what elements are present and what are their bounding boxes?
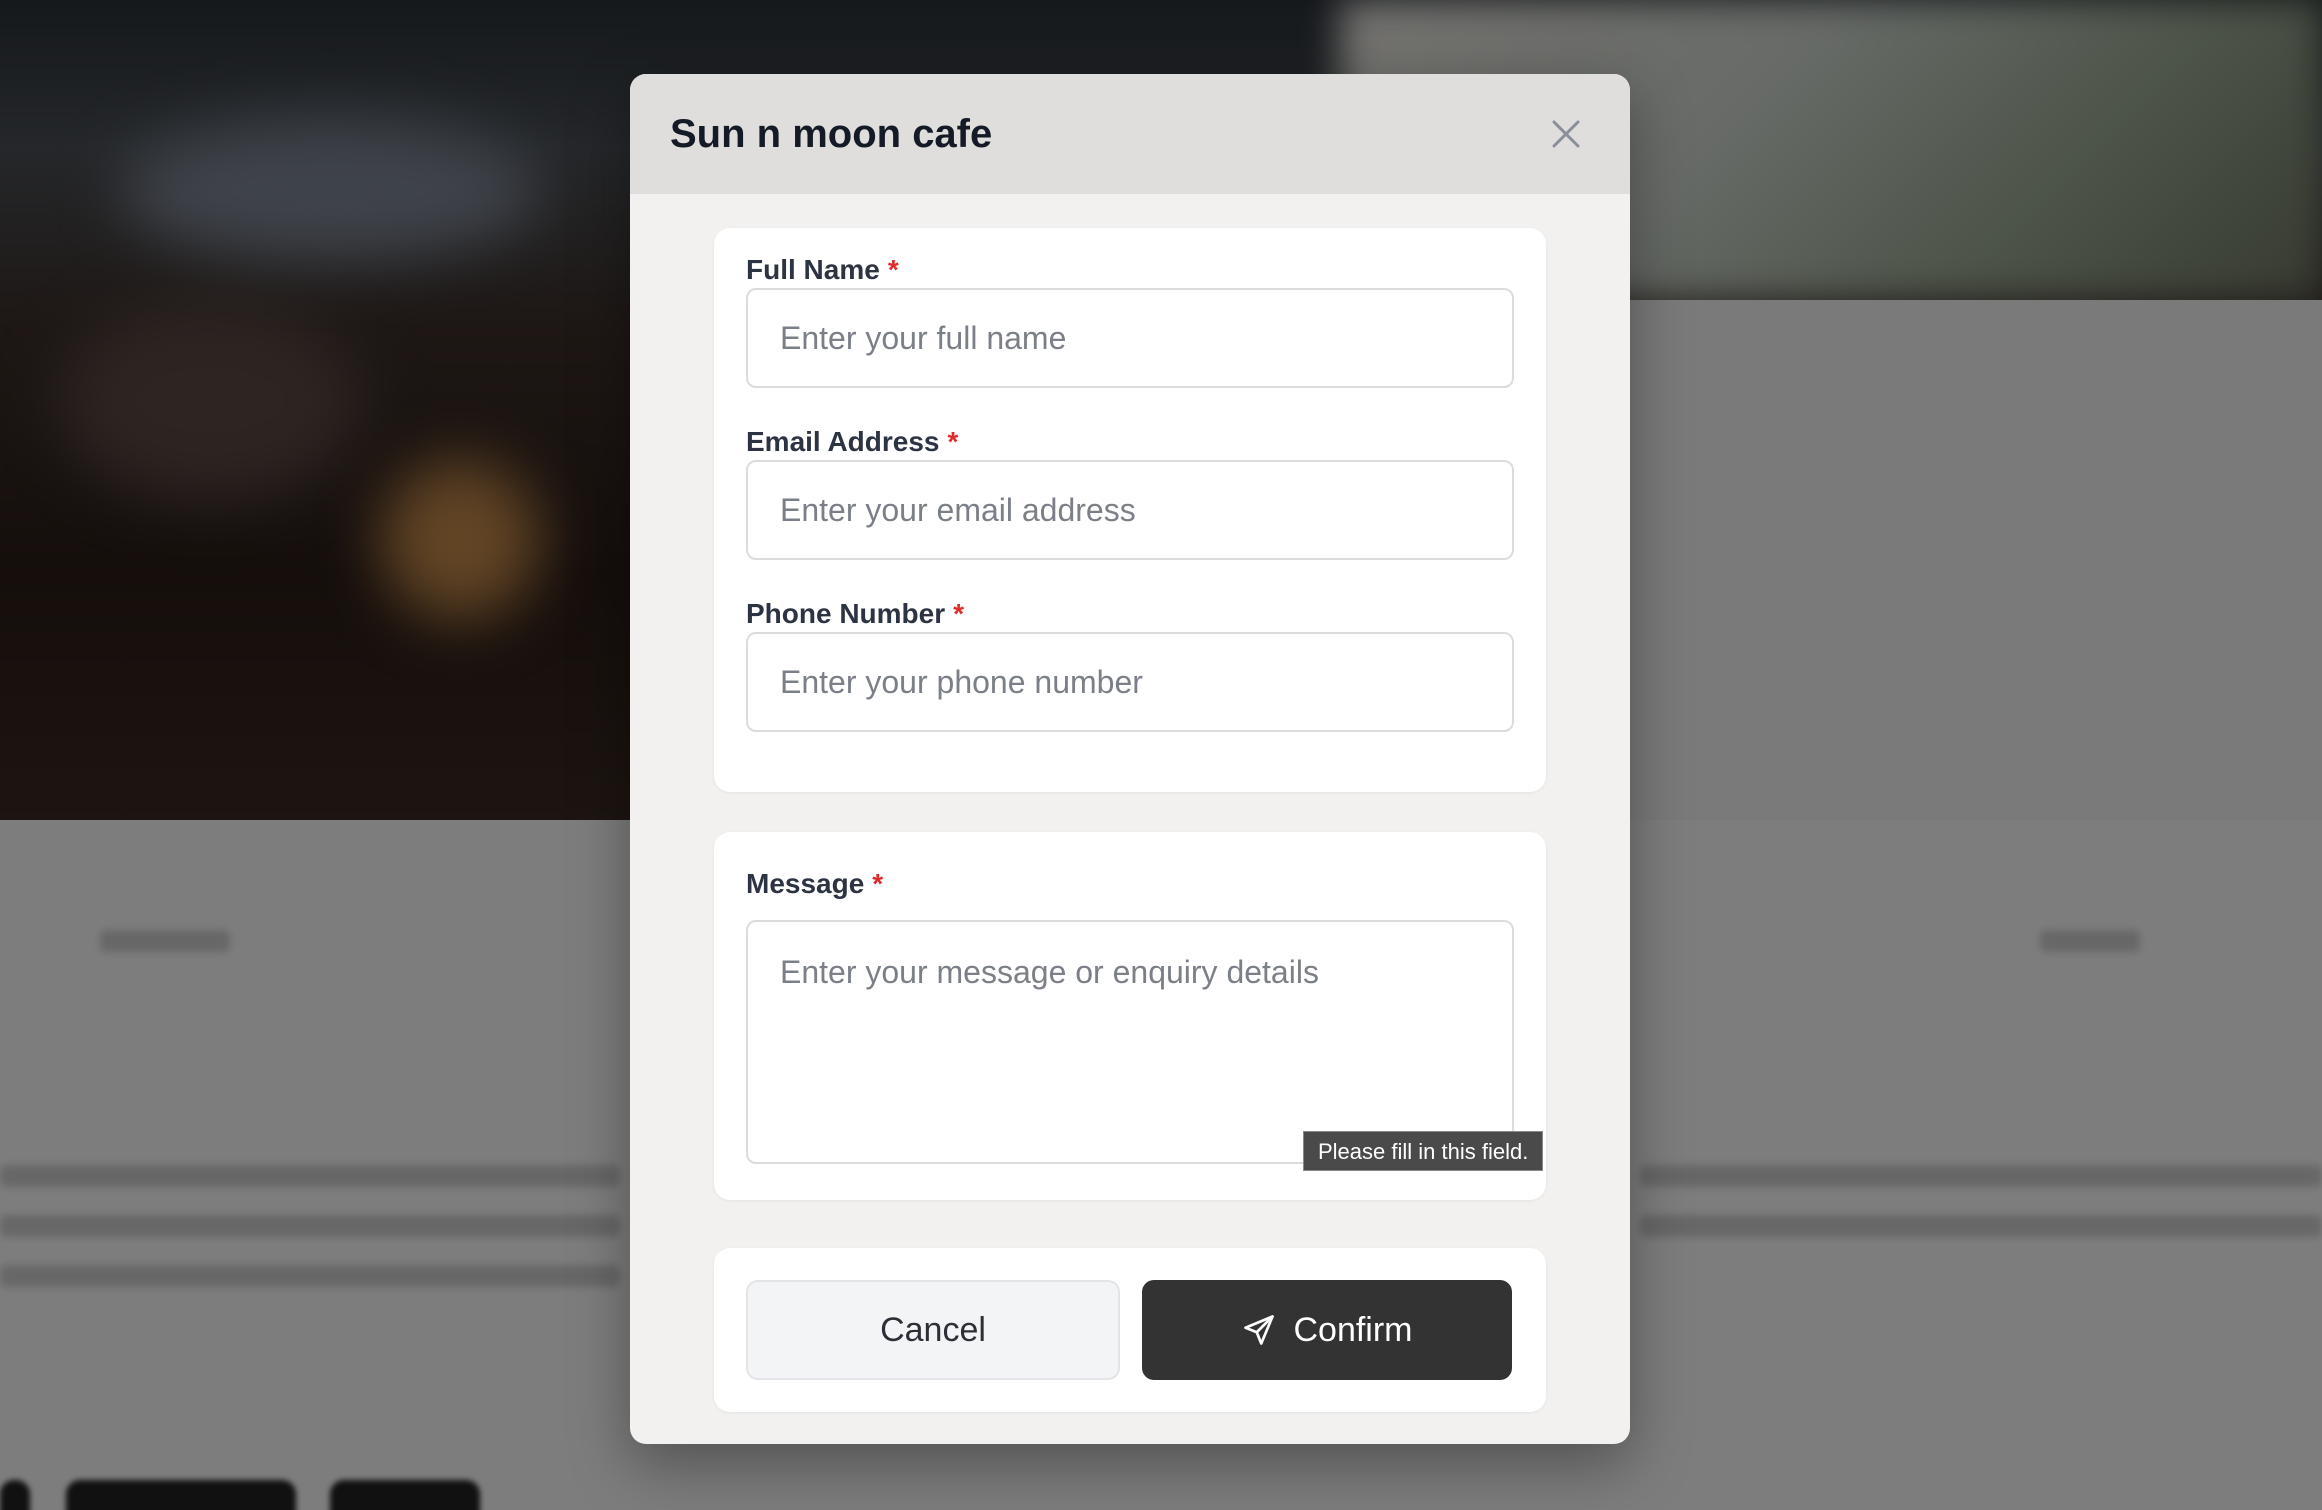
full-name-label-text: Full Name: [746, 254, 880, 285]
full-name-label: Full Name *: [746, 252, 899, 288]
phone-input[interactable]: [746, 632, 1514, 732]
message-label: Message *: [746, 866, 883, 902]
email-label-text: Email Address: [746, 426, 940, 457]
cancel-button-label: Cancel: [880, 1310, 986, 1349]
confirm-button[interactable]: Confirm: [1142, 1280, 1512, 1380]
close-button[interactable]: [1546, 114, 1586, 154]
send-icon: [1244, 1315, 1275, 1345]
phone-label-text: Phone Number: [746, 598, 946, 629]
message-textarea[interactable]: [746, 920, 1514, 1164]
required-mark: *: [887, 254, 899, 285]
phone-label: Phone Number *: [746, 596, 964, 632]
actions-card: Cancel Confirm: [714, 1248, 1546, 1412]
confirm-button-label: Confirm: [1293, 1310, 1413, 1349]
enquiry-modal: Sun n moon cafe Full Name* Email Address…: [630, 74, 1630, 1444]
cancel-button[interactable]: Cancel: [746, 1280, 1120, 1380]
validation-tooltip: Please fill in this field.: [1303, 1131, 1544, 1171]
email-input[interactable]: [746, 460, 1514, 560]
full-name-input[interactable]: [746, 288, 1514, 388]
required-mark: *: [872, 868, 884, 899]
required-mark: *: [953, 598, 965, 629]
modal-title: Sun n moon cafe: [670, 112, 993, 156]
message-label-text: Message: [746, 868, 865, 899]
contact-details-card: Full Name* Email Address* Phone Number*: [714, 228, 1546, 792]
close-icon: [1552, 120, 1580, 148]
modal-header: Sun n moon cafe: [630, 74, 1630, 194]
email-label: Email Address *: [746, 424, 958, 460]
required-mark: *: [947, 426, 959, 457]
